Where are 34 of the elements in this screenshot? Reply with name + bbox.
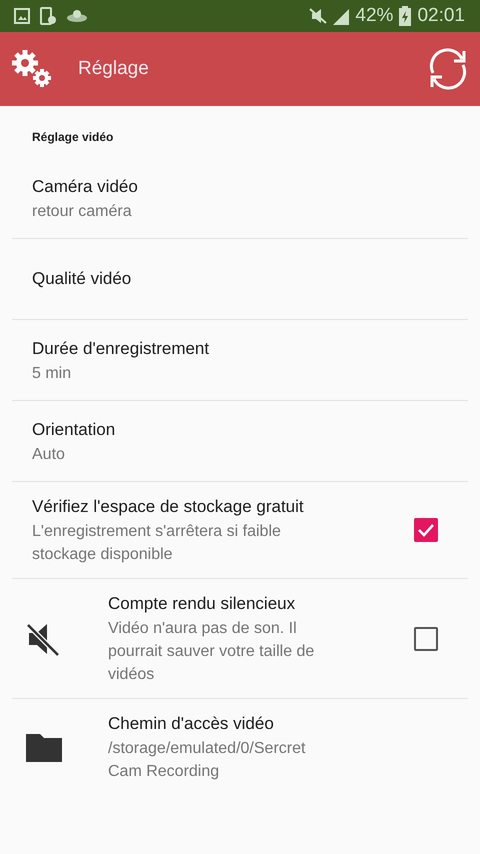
ufo-icon <box>66 7 88 25</box>
settings-item[interactable]: Caméra vidéo retour caméra <box>0 158 480 238</box>
item-title: Orientation <box>32 418 116 440</box>
settings-icon[interactable] <box>10 48 54 90</box>
item-summary: retour caméra <box>32 202 133 222</box>
item-summary: /storage/emulated/0/Sercret Cam Recording <box>108 739 306 782</box>
image-icon <box>14 8 30 24</box>
checkbox[interactable] <box>414 518 438 542</box>
settings-item[interactable]: Orientation Auto <box>0 401 480 481</box>
battery-charging-icon <box>399 6 412 26</box>
settings-item[interactable]: Durée d'enregistrement 5 min <box>0 320 480 400</box>
item-title: Caméra vidéo <box>32 176 139 198</box>
settings-item[interactable]: Compte rendu silencieux Vidéo n'aura pas de son. Il pourrait sauver votre taille de vidéos <box>0 579 480 698</box>
folder-icon <box>26 732 62 762</box>
section-header: Réglage vidéo <box>31 129 114 146</box>
item-title: Vérifiez l'espace de stockage gratuit <box>32 496 305 518</box>
signal-icon <box>333 7 350 25</box>
item-title: Compte rendu silencieux <box>108 593 296 615</box>
item-title: Qualité vidéo <box>32 268 132 290</box>
settings-item[interactable]: Vérifiez l'espace de stockage gratuit L'enregistrement s'arrêtera si faible stockage disponible <box>0 482 480 578</box>
checkbox[interactable] <box>414 626 438 650</box>
clock: 02:01 <box>417 5 465 27</box>
battery-percent: 42% <box>355 5 394 27</box>
item-summary: 5 min <box>32 364 72 384</box>
item-title: Chemin d'accès vidéo <box>108 713 275 735</box>
settings-item[interactable]: Qualité vidéo <box>0 239 480 319</box>
item-summary: L'enregistrement s'arrêtera si faible stockage disponible <box>32 522 282 565</box>
settings-item[interactable]: Chemin d'accès vidéo /storage/emulated/0/Sercret Cam Recording <box>0 699 480 795</box>
item-title: Durée d'enregistrement <box>32 338 210 360</box>
checkmark-icon <box>417 523 435 537</box>
item-summary: Vidéo n'aura pas de son. Il pourrait sauver votre taille de vidéos <box>108 619 316 685</box>
item-summary: Auto <box>32 444 66 464</box>
app-title: Réglage <box>78 58 150 80</box>
phone-clock-icon <box>40 7 56 25</box>
